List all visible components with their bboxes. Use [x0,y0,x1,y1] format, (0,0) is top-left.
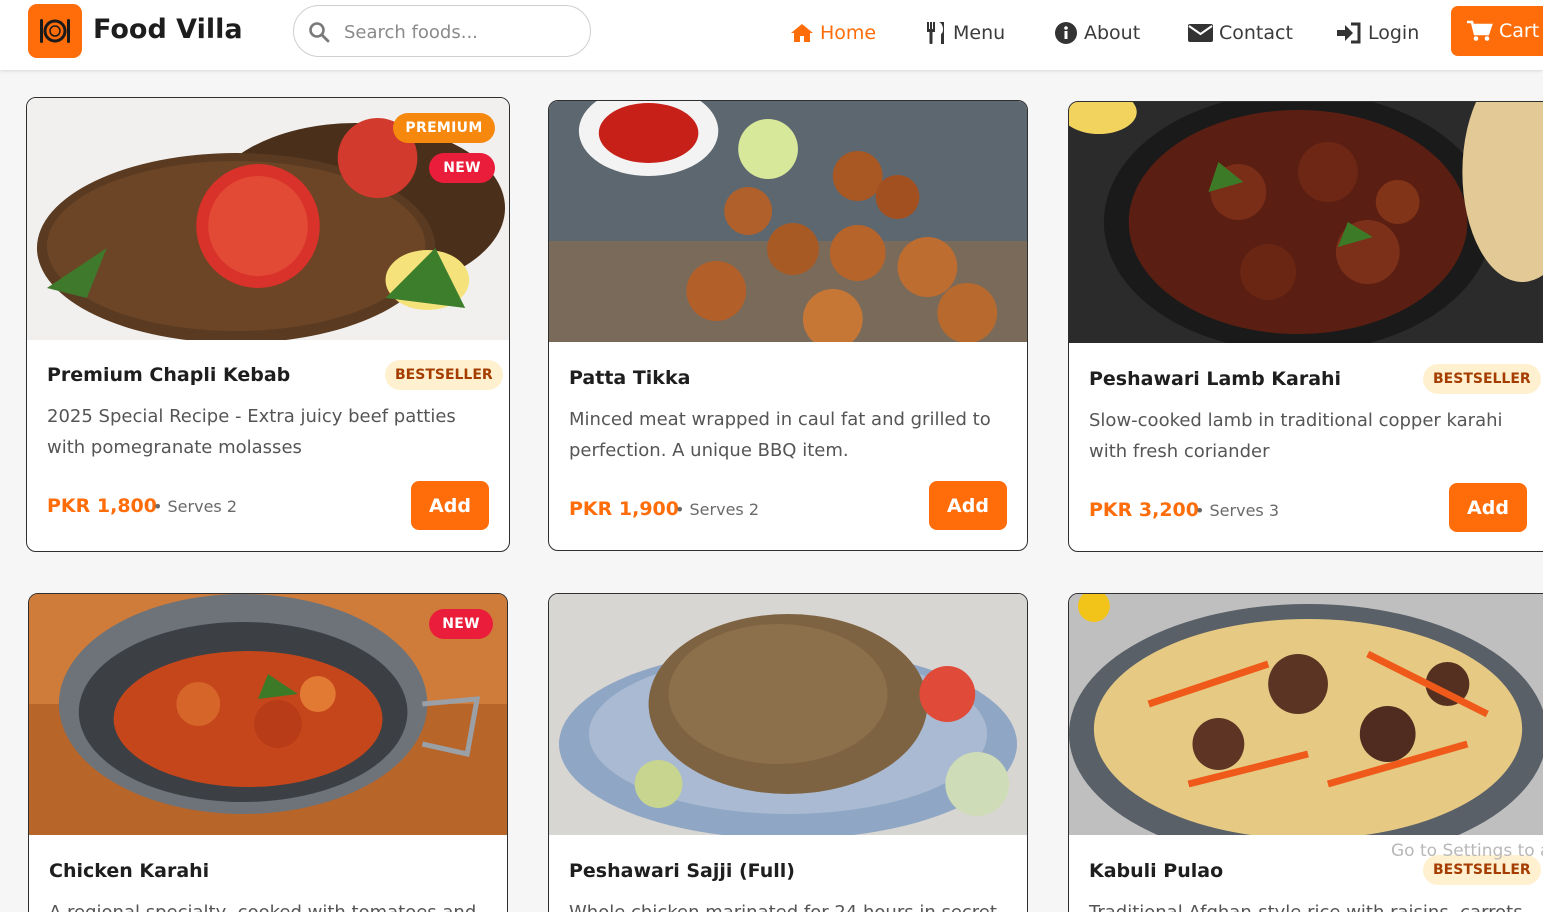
envelope-icon [1188,24,1213,42]
food-description: Whole chicken marinated for 24 hours in … [569,897,1017,912]
info-circle-icon [1055,22,1077,44]
food-description: Minced meat wrapped in caul fat and gril… [569,409,991,461]
add-button[interactable]: Add [411,481,489,530]
food-title: Kabuli Pulao [1089,860,1224,882]
food-card: Patta Tikka Minced meat wrapped in caul … [548,100,1028,551]
food-image-peshawari-sajji [549,594,1027,835]
food-title: Peshawari Sajji (Full) [569,860,795,882]
nav-contact[interactable]: Contact [1188,16,1293,50]
food-card: Peshawari Sajji (Full) Whole chicken mar… [548,593,1028,912]
food-description: Traditional Afghan-style rice with raisi… [1089,897,1537,912]
bestseller-badge: BESTSELLER [385,360,503,390]
nav-login[interactable]: Login [1336,16,1419,50]
logo[interactable] [28,4,82,58]
new-badge: NEW [429,609,493,639]
food-price: PKR 1,800 [47,495,157,517]
brand-name[interactable]: Food Villa [93,14,243,45]
new-badge: NEW [429,153,495,183]
bestseller-badge: BESTSELLER [1423,364,1541,394]
food-image-kabuli-pulao [1069,594,1543,835]
shopping-cart-icon [1467,20,1493,41]
nav-about-label: About [1084,22,1141,44]
food-title: Chicken Karahi [49,860,210,882]
utensils-plate-icon [40,19,70,43]
cart-label: Cart [1499,20,1540,42]
food-image-lamb-karahi [1069,102,1543,343]
food-price: PKR 1,900 [569,498,679,520]
add-button[interactable]: Add [929,481,1007,530]
search-input[interactable] [344,18,574,46]
nav-login-label: Login [1368,22,1420,44]
food-price: PKR 3,200 [1089,499,1199,521]
search-icon [309,22,330,43]
nav-home-label: Home [820,22,877,44]
nav-menu[interactable]: Menu [925,16,1005,50]
food-serves: • Serves 2 [675,500,760,519]
nav-home[interactable]: Home [790,16,876,50]
food-image-patta-tikka [549,101,1027,342]
navbar: Food Villa Home Menu About [0,0,1543,70]
food-card: Peshawari Lamb Karahi BESTSELLER Slow-co… [1068,101,1543,552]
nav-menu-label: Menu [953,22,1006,44]
food-title: Premium Chapli Kebab [47,364,291,386]
food-card: Kabuli Pulao BESTSELLER Traditional Afgh… [1068,593,1543,912]
food-title: Patta Tikka [569,367,691,389]
utensils-icon [927,22,944,44]
food-serves: • Serves 2 [153,497,238,516]
food-title: Peshawari Lamb Karahi [1089,368,1342,390]
food-description: A regional specialty, cooked with tomato… [49,897,497,912]
search-box [293,5,591,57]
food-card: PREMIUM NEW Premium Chapli Kebab BESTSEL… [26,97,510,552]
nav-about[interactable]: About [1054,16,1140,50]
food-serves: • Serves 3 [1195,501,1280,520]
cart-button[interactable]: Cart [1451,6,1543,56]
food-description: 2025 Special Recipe - Extra juicy beef p… [47,406,456,458]
premium-badge: PREMIUM [393,113,495,143]
home-icon [791,24,813,42]
food-card: NEW Chicken Karahi A regional specialty,… [28,593,508,912]
food-description: Slow-cooked lamb in traditional copper k… [1089,410,1503,462]
sign-in-icon [1337,22,1361,44]
add-button[interactable]: Add [1449,483,1527,532]
activation-watermark: Go to Settings to a [1391,841,1543,861]
nav-contact-label: Contact [1219,22,1293,44]
